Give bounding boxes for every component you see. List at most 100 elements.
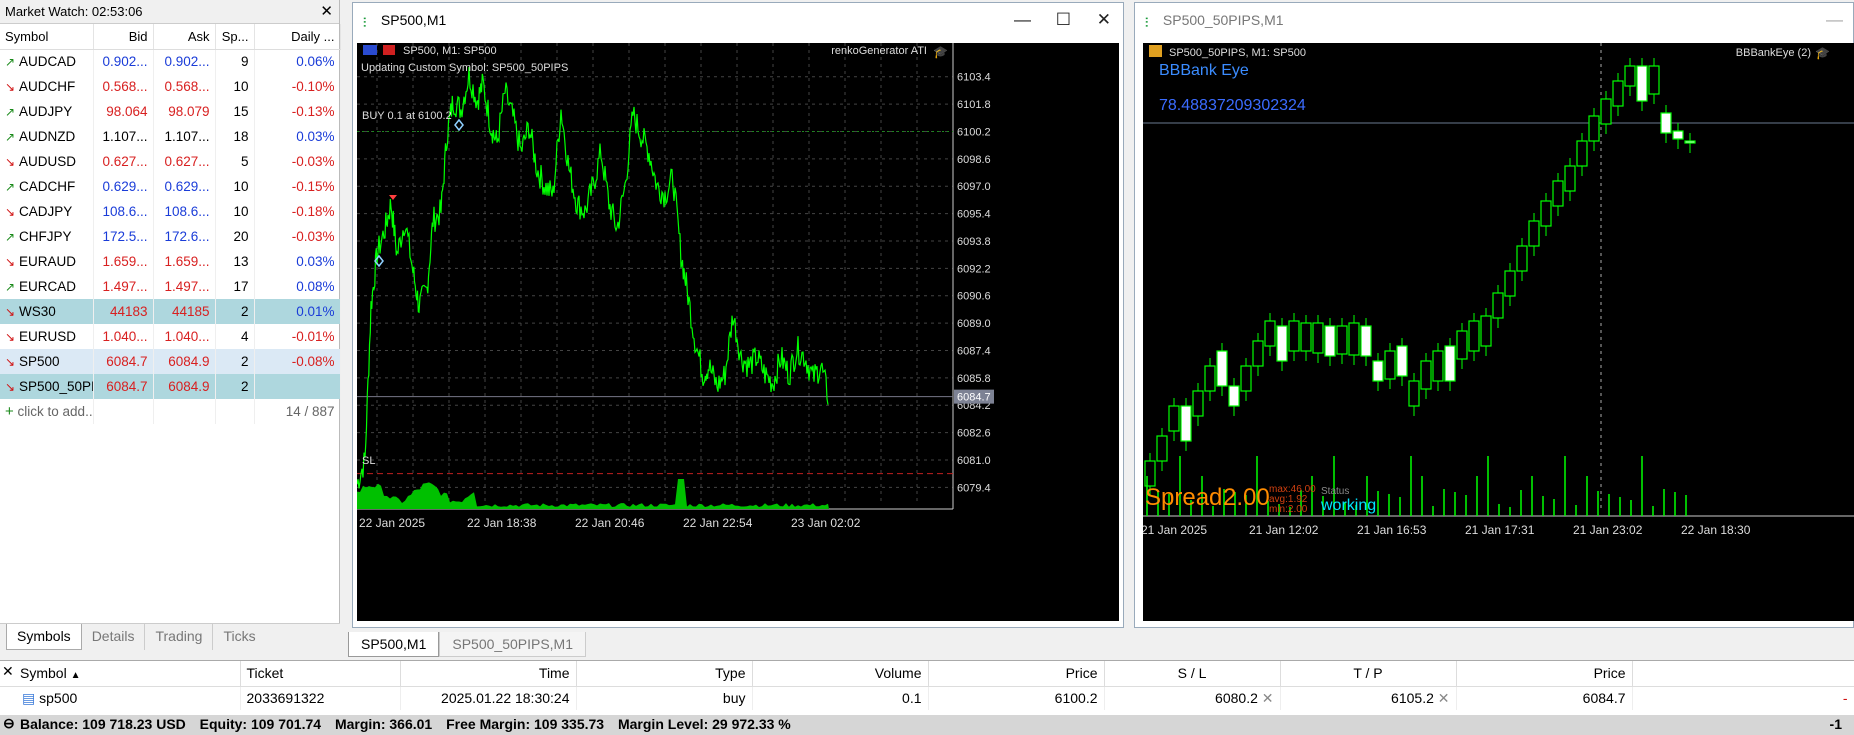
tab-chart-sp500-50pips[interactable]: SP500_50PIPS,M1 [439,632,587,657]
minimize-icon[interactable]: — [1014,10,1031,30]
renko-brick [1216,350,1228,387]
remove-sl-icon[interactable]: ✕ [1262,690,1274,706]
market-watch-row[interactable]: ↘ CADJPY 108.6... 108.6... 10 -0.18% [0,199,341,224]
column-header-symbol[interactable]: Symbol ▲ [0,661,241,687]
column-header-type[interactable]: Type [576,661,753,687]
renko-brick [1420,360,1432,390]
renko-brick [1648,65,1660,95]
daily-change-value: -0.10% [254,74,341,99]
market-watch-row[interactable]: ↘ WS30 44183 44185 2 0.01% [0,299,341,324]
column-header-volume[interactable]: Volume [752,661,929,687]
renko-brick [1444,345,1456,382]
daily-change-value: -0.01% [254,324,341,349]
renko-brick [1348,322,1360,356]
renko-brick [1384,350,1396,380]
market-watch-row[interactable]: ↗ EURCAD 1.497... 1.497... 17 0.08% [0,274,341,299]
market-watch-row[interactable]: ↗ AUDCAD 0.902... 0.902... 9 0.06% [0,49,341,74]
close-icon[interactable]: ✕ [320,2,333,20]
renko-chart-sp500-50pips[interactable]: SP500_50PIPS, M1: SP500 BBBank Eye 78.4883… [1143,43,1854,621]
symbol-name: ↘ AUDUSD [0,149,94,174]
renko-brick [1480,315,1492,347]
market-watch-panel: Market Watch: 02:53:06 ✕ Symbol Bid Ask … [0,0,341,650]
arrow-up-icon: ↗ [5,280,16,294]
x-tick-label: 22 Jan 22:54 [683,516,753,530]
bid-value: 0.568... [93,74,154,99]
market-watch-row[interactable]: ↗ CADCHF 0.629... 0.629... 10 -0.15% [0,174,341,199]
symbol-name: ↘ WS30 [0,299,94,324]
margin-value: Margin: 366.01 [334,716,433,732]
column-header-price[interactable]: Price [928,661,1105,687]
close-icon[interactable]: ✕ [1097,10,1111,30]
maximize-icon[interactable]: ☐ [1056,10,1071,30]
column-header-tp[interactable]: T / P [1280,661,1457,687]
arrow-up-icon: ↗ [5,130,16,144]
column-header-daily[interactable]: Daily ... [254,24,341,50]
chart-subheader: Updating Custom Symbol: SP500_50PIPS [361,62,568,74]
position-volume: 0.1 [752,686,929,710]
spread-value: 9 [215,49,255,74]
close-icon[interactable]: ✕ [2,663,14,680]
market-watch-row[interactable]: ↘ AUDCHF 0.568... 0.568... 10 -0.10% [0,74,341,99]
column-header-symbol[interactable]: Symbol [0,24,94,50]
balance-value: Balance: 109 718.23 USD [20,716,186,732]
market-watch-row[interactable]: ↘ AUDUSD 0.627... 0.627... 5 -0.03% [0,149,341,174]
renko-brick [1456,330,1468,360]
market-watch-row[interactable]: ↗ AUDJPY 98.064 98.079 15 -0.13% [0,99,341,124]
tab-details[interactable]: Details [82,624,146,650]
tab-trading[interactable]: Trading [145,624,214,650]
minimize-icon[interactable]: — [1826,10,1843,30]
spread-value: 5 [215,149,255,174]
column-header-sl[interactable]: S / L [1104,661,1281,687]
renko-brick [1408,380,1420,407]
ask-value: 98.079 [153,99,216,124]
daily-change-value [254,374,341,399]
renko-brick [1636,65,1648,102]
add-symbol-row[interactable]: + click to add... [0,399,94,424]
renko-brick [1324,325,1336,357]
collapse-icon[interactable]: ⊖ [3,715,15,732]
chart-window-title-bar: ⫶ SP500_50PIPS,M1 — [1135,3,1853,39]
bid-value: 44183 [93,299,154,324]
chart-window-title: SP500,M1 [380,12,447,28]
renko-brick [1192,390,1204,417]
spread-value: 18 [215,124,255,149]
column-header-spread[interactable]: Sp... [215,24,255,50]
renko-brick [1492,292,1504,319]
price-chart-sp500[interactable]: 6103.4 6101.8 6100.2 6098.6 6097.0 6095.4 6093… [357,43,1119,621]
market-watch-row[interactable]: ↘ EURUSD 1.040... 1.040... 4 -0.01% [0,324,341,349]
column-header-ticket[interactable]: Ticket [240,661,401,687]
arrow-up-icon: ↗ [5,180,16,194]
market-watch-row[interactable]: ↘SP500_50PI...6084.76084.92 [0,374,341,399]
remove-tp-icon[interactable]: ✕ [1438,690,1450,706]
profit-trailing: -1 [1829,716,1842,732]
symbol-name: ↘ EURUSD [0,324,94,349]
tab-chart-sp500[interactable]: SP500,M1 [348,632,440,657]
ask-value: 6084.9 [153,349,216,374]
arrow-down-icon: ↘ [5,255,16,269]
tab-ticks[interactable]: Ticks [213,624,265,650]
x-tick-label: 21 Jan 2025 [1143,523,1207,537]
market-watch-row[interactable]: ↗ AUDNZD 1.107... 1.107... 18 0.03% [0,124,341,149]
column-header-time[interactable]: Time [400,661,577,687]
sort-up-icon: ▲ [70,670,81,682]
tab-symbols[interactable]: Symbols [6,624,82,650]
arrow-down-icon: ↘ [5,305,16,319]
renko-brick [1300,322,1312,352]
column-header-bid[interactable]: Bid [93,24,154,50]
daily-change-value: 0.08% [254,274,341,299]
position-row[interactable]: ▤ sp500 2033691322 2025.01.22 18:30:24 b… [0,686,1854,710]
margin-level-value: Margin Level: 29 972.33 % [617,716,791,732]
renko-brick [1564,165,1576,192]
bid-value: 172.5... [93,224,154,249]
spread-value: 2 [215,374,255,399]
market-watch-row[interactable]: ↘ EURAUD 1.659... 1.659... 13 0.03% [0,249,341,274]
ask-value: 44185 [153,299,216,324]
market-watch-row[interactable]: ↘ SP500 6084.7 6084.9 2 -0.08% [0,349,341,374]
symbol-name: ↘ CADJPY [0,199,94,224]
spread-value: 2 [215,349,255,374]
daily-change-value: 0.06% [254,49,341,74]
bid-value: 1.659... [93,249,154,274]
column-header-current-price[interactable]: Price [1456,661,1633,687]
market-watch-row[interactable]: ↗ CHFJPY 172.5... 172.6... 20 -0.03% [0,224,341,249]
column-header-ask[interactable]: Ask [153,24,216,50]
